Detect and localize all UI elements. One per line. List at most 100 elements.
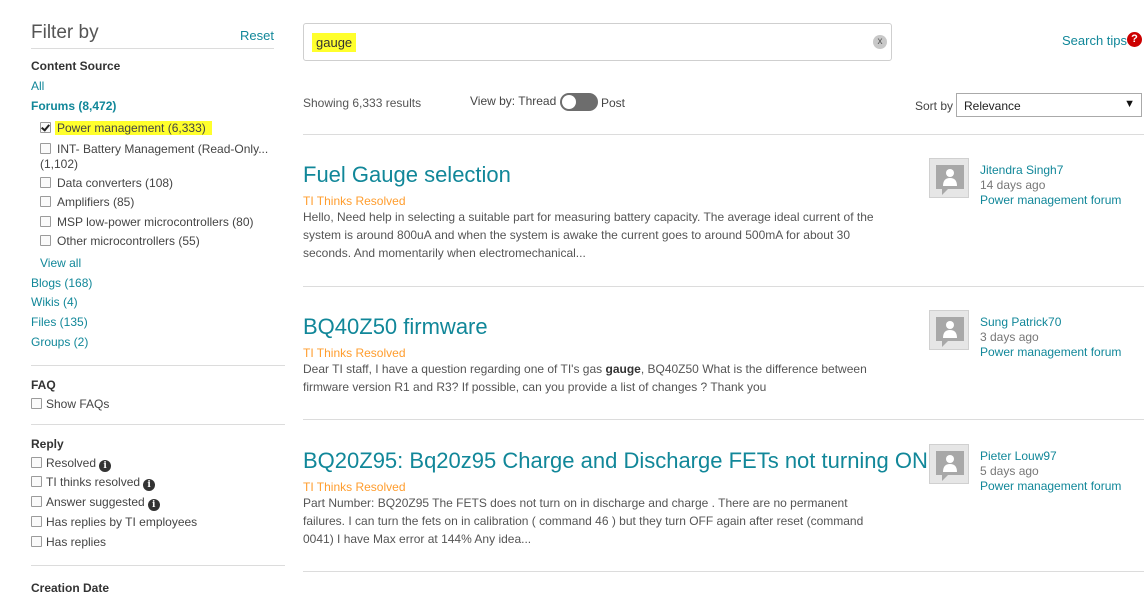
result-title-link[interactable]: BQ40Z50 firmware <box>303 314 488 340</box>
sort-label: Sort by <box>915 99 954 113</box>
forum-filter-msp[interactable]: MSP low-power microcontrollers (80) <box>40 214 254 231</box>
filter-title: Filter by <box>31 22 99 43</box>
snippet-text: Dear TI staff, I have a question regardi… <box>303 362 606 376</box>
checkbox-icon[interactable] <box>40 177 51 188</box>
forum-filter-battery-management-count: (1,102) <box>40 156 78 173</box>
author-link[interactable]: Pieter Louw97 <box>980 449 1057 463</box>
search-box[interactable]: gauge x <box>303 23 892 61</box>
snippet-line: 0041) I have Max error at 144% Any idea.… <box>303 532 532 546</box>
view-by-label: View by: Thread <box>470 94 557 108</box>
search-result: Fuel Gauge selection TI Thinks Resolved … <box>303 158 1143 272</box>
result-time: 5 days ago <box>980 464 1039 478</box>
forum-filter-data-converters[interactable]: Data converters (108) <box>40 175 173 192</box>
snippet-line: Part Number: BQ20Z95 The FETS does not t… <box>303 496 848 510</box>
checkbox-icon[interactable] <box>40 235 51 246</box>
result-snippet: Dear TI staff, I have a question regardi… <box>303 360 913 396</box>
source-all-link[interactable]: All <box>31 79 44 93</box>
reset-link[interactable]: Reset <box>240 28 274 43</box>
checkbox-icon[interactable] <box>31 516 42 527</box>
forum-filter-power-management[interactable]: Power management (6,333) <box>40 120 212 137</box>
forum-filter-label: MSP low-power microcontrollers (80) <box>57 215 254 229</box>
result-status: TI Thinks Resolved <box>303 194 406 208</box>
source-forums-link[interactable]: Forums (8,472) <box>31 99 116 113</box>
snippet-line: system is around 800uA and when the syst… <box>303 228 850 242</box>
reply-filter-has-replies[interactable]: Has replies <box>31 534 106 551</box>
result-status: TI Thinks Resolved <box>303 346 406 360</box>
source-files-link[interactable]: Files (135) <box>31 315 88 329</box>
search-tips-link[interactable]: Search tips <box>1062 33 1127 48</box>
view-toggle[interactable] <box>560 93 598 111</box>
snippet-line: failures. I can turn the fets on in cali… <box>303 514 864 528</box>
divider <box>303 419 1144 420</box>
forum-filter-label: Power management (6,333) <box>55 121 212 135</box>
source-groups-link[interactable]: Groups (2) <box>31 335 88 349</box>
snippet-highlight: gauge <box>605 362 641 376</box>
help-icon[interactable]: ? <box>1127 32 1142 47</box>
forum-link[interactable]: Power management forum <box>980 193 1121 207</box>
filter-header: Filter by Reset <box>31 22 274 49</box>
creation-date-title: Creation Date <box>31 581 110 595</box>
info-icon[interactable]: i <box>99 460 112 472</box>
sort-select[interactable]: Relevance ▼ <box>956 93 1142 117</box>
result-title-link[interactable]: Fuel Gauge selection <box>303 162 511 188</box>
clear-search-icon[interactable]: x <box>873 35 887 49</box>
author-link[interactable]: Jitendra Singh7 <box>980 163 1063 177</box>
reply-title: Reply <box>31 437 64 451</box>
user-avatar-icon[interactable] <box>929 444 969 484</box>
view-all-forums-link[interactable]: View all <box>40 256 81 270</box>
show-faqs-label: Show FAQs <box>46 397 110 411</box>
reply-filter-label: TI thinks resolved <box>46 475 141 489</box>
reply-filter-label: Has replies <box>46 535 107 549</box>
checkbox-icon[interactable] <box>31 476 42 487</box>
post-label: Post <box>601 96 626 110</box>
author-link[interactable]: Sung Patrick70 <box>980 315 1061 329</box>
result-snippet: Hello, Need help in selecting a suitable… <box>303 208 903 262</box>
reply-filter-label: Answer suggested <box>46 495 145 509</box>
result-status: TI Thinks Resolved <box>303 480 406 494</box>
divider <box>31 365 285 366</box>
forum-filter-other-mcu[interactable]: Other microcontrollers (55) <box>40 233 200 250</box>
sort-value: Relevance <box>964 99 1021 113</box>
forum-filter-label: Amplifiers (85) <box>57 195 135 209</box>
reply-filter-ti-thinks-resolved[interactable]: TI thinks resolved i <box>31 474 156 491</box>
forum-filter-amplifiers[interactable]: Amplifiers (85) <box>40 194 134 211</box>
snippet-line: firmware version R1 and R3? If possible,… <box>303 380 767 394</box>
snippet-line: Hello, Need help in selecting a suitable… <box>303 210 874 224</box>
info-icon[interactable]: i <box>143 479 156 491</box>
show-faqs-filter[interactable]: Show FAQs <box>31 396 109 413</box>
divider <box>303 571 1144 572</box>
info-icon[interactable]: i <box>147 499 160 511</box>
snippet-line: Dear TI staff, I have a question regardi… <box>303 360 913 378</box>
reply-filter-ti-employees[interactable]: Has replies by TI employees <box>31 514 197 531</box>
result-title-link[interactable]: BQ20Z95: Bq20z95 Charge and Discharge FE… <box>303 448 928 474</box>
forum-filter-label: INT- Battery Management (Read-Only... <box>57 142 269 156</box>
checkbox-icon[interactable] <box>40 122 51 133</box>
search-input[interactable]: gauge <box>312 33 357 52</box>
user-avatar-icon[interactable] <box>929 158 969 198</box>
divider <box>31 424 285 425</box>
checkbox-icon[interactable] <box>31 496 42 507</box>
user-avatar-icon[interactable] <box>929 310 969 350</box>
checkbox-icon[interactable] <box>40 196 51 207</box>
divider <box>31 565 285 566</box>
toggle-knob <box>562 95 576 109</box>
checkbox-icon[interactable] <box>31 457 42 468</box>
forum-link[interactable]: Power management forum <box>980 479 1121 493</box>
forum-filter-label: Data converters (108) <box>57 176 174 190</box>
checkbox-icon[interactable] <box>40 216 51 227</box>
forum-link[interactable]: Power management forum <box>980 345 1121 359</box>
search-result: BQ40Z50 firmware TI Thinks Resolved Dear… <box>303 310 1143 404</box>
result-time: 14 days ago <box>980 178 1046 192</box>
checkbox-icon[interactable] <box>31 536 42 547</box>
reply-filter-resolved[interactable]: Resolved i <box>31 455 112 472</box>
source-wikis-link[interactable]: Wikis (4) <box>31 295 78 309</box>
chevron-down-icon: ▼ <box>1124 98 1135 110</box>
divider <box>303 134 1144 135</box>
forum-filter-count: (1,102) <box>40 157 79 171</box>
reply-filter-answer-suggested[interactable]: Answer suggested i <box>31 494 160 511</box>
source-blogs-link[interactable]: Blogs (168) <box>31 276 92 290</box>
checkbox-icon[interactable] <box>40 143 51 154</box>
results-count: Showing 6,333 results <box>303 96 422 110</box>
result-time: 3 days ago <box>980 330 1039 344</box>
checkbox-icon[interactable] <box>31 398 42 409</box>
